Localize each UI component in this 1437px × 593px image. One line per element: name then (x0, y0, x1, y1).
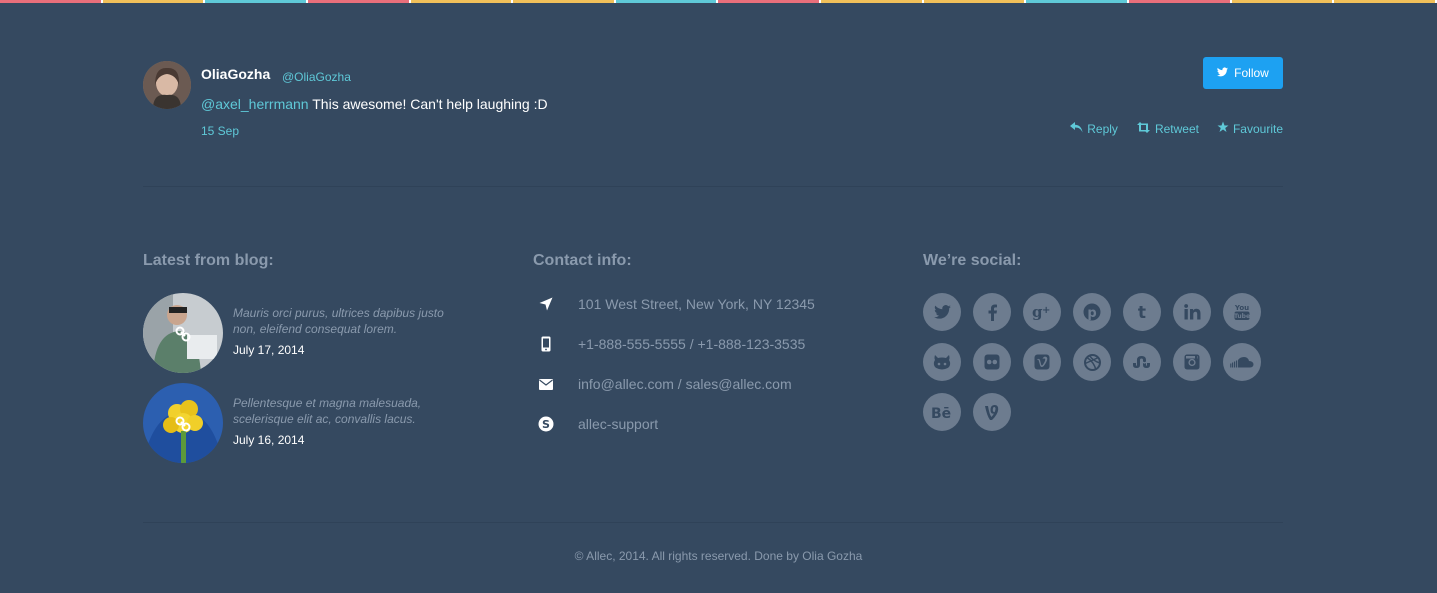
instagram-icon[interactable] (1173, 343, 1211, 381)
retweet-icon (1136, 121, 1151, 136)
location-arrow-icon (533, 294, 559, 314)
blog-excerpt: Pellentesque et magna malesuada, sceleri… (233, 396, 422, 426)
contact-address: 101 West Street, New York, NY 12345 (533, 294, 815, 314)
flickr-icon[interactable] (973, 343, 1011, 381)
skype-icon: S (533, 414, 559, 434)
vine-icon[interactable] (973, 393, 1011, 431)
svg-text:p: p (1087, 306, 1096, 321)
tumblr-icon[interactable]: t (1123, 293, 1161, 331)
link-icon (175, 416, 191, 437)
contact-phone: +1-888-555-5555 / +1-888-123-3535 (533, 334, 805, 354)
reply-action[interactable]: Reply (1070, 121, 1118, 136)
pinterest-icon[interactable]: p (1073, 293, 1111, 331)
social-heading: We’re social: (923, 252, 1022, 269)
reply-label: Reply (1087, 121, 1118, 136)
blog-date: July 17, 2014 (233, 343, 305, 357)
retweet-label: Retweet (1154, 121, 1199, 136)
follow-button[interactable]: Follow (1203, 57, 1283, 89)
svg-text:Tube: Tube (1234, 313, 1250, 320)
soundcloud-icon[interactable] (1223, 343, 1261, 381)
blog-excerpt: Mauris orci purus, ultrices dapibus just… (233, 306, 444, 336)
tweet-actions: Reply Retweet Favourite (1070, 121, 1283, 136)
envelope-icon (533, 374, 559, 394)
vimeo-icon[interactable] (1023, 343, 1061, 381)
github-icon[interactable] (923, 343, 961, 381)
mobile-phone-icon (533, 334, 559, 354)
skype-text[interactable]: allec-support (578, 416, 658, 432)
tweet-author-name[interactable]: OliaGozha (201, 66, 270, 82)
link-icon (175, 326, 191, 347)
dribbble-icon[interactable] (1073, 343, 1111, 381)
tweet-text: @axel_herrmann This awesome! Can't help … (201, 96, 548, 112)
tweet-date[interactable]: 15 Sep (201, 124, 239, 138)
twitter-icon[interactable] (923, 293, 961, 331)
avatar[interactable] (143, 61, 191, 109)
retweet-action[interactable]: Retweet (1136, 121, 1199, 136)
social-icons: g + p t You Tube Bē (923, 293, 1273, 431)
facebook-icon[interactable] (973, 293, 1011, 331)
svg-text:+: + (1042, 305, 1050, 316)
address-text: 101 West Street, New York, NY 12345 (578, 296, 815, 312)
blog-heading: Latest from blog: (143, 252, 274, 269)
google-plus-icon[interactable]: g + (1023, 293, 1061, 331)
phone-text: +1-888-555-5555 / +1-888-123-3535 (578, 336, 806, 352)
email-link[interactable]: info@allec.com / sales@allec.com (578, 376, 792, 392)
svg-text:t: t (1138, 303, 1146, 321)
copyright-text: © Allec, 2014. All rights reserved. Done… (574, 549, 863, 563)
tweet-mention-link[interactable]: @axel_herrmann (201, 96, 309, 112)
stumbleupon-icon[interactable] (1123, 343, 1161, 381)
tweet-body: This awesome! Can't help laughing :D (308, 96, 548, 112)
contact-email: info@allec.com / sales@allec.com (533, 374, 792, 394)
favourite-label: Favourite (1232, 121, 1283, 136)
blog-post[interactable]: Mauris orci purus, ultrices dapibus just… (143, 293, 473, 373)
favourite-action[interactable]: Favourite (1217, 121, 1283, 136)
behance-icon[interactable]: Bē (923, 393, 961, 431)
blog-date: July 16, 2014 (233, 433, 305, 447)
follow-label: Follow (1234, 66, 1269, 80)
divider (143, 186, 1283, 187)
svg-text:S: S (542, 418, 550, 431)
star-icon (1217, 121, 1229, 136)
blog-post[interactable]: Pellentesque et magna malesuada, sceleri… (143, 383, 473, 463)
svg-text:You: You (1234, 304, 1249, 312)
contact-heading: Contact info: (533, 252, 632, 269)
linkedin-icon[interactable] (1173, 293, 1211, 331)
tweet-card: OliaGozha @OliaGozha @axel_herrmann This… (143, 57, 1283, 148)
svg-text:Bē: Bē (931, 406, 951, 419)
youtube-icon[interactable]: You Tube (1223, 293, 1261, 331)
reply-icon (1070, 121, 1083, 136)
twitter-bird-icon (1217, 66, 1229, 80)
contact-skype: S allec-support (533, 414, 658, 434)
top-color-stripes (0, 0, 1437, 3)
divider (143, 522, 1283, 523)
tweet-author-handle[interactable]: @OliaGozha (282, 70, 351, 84)
